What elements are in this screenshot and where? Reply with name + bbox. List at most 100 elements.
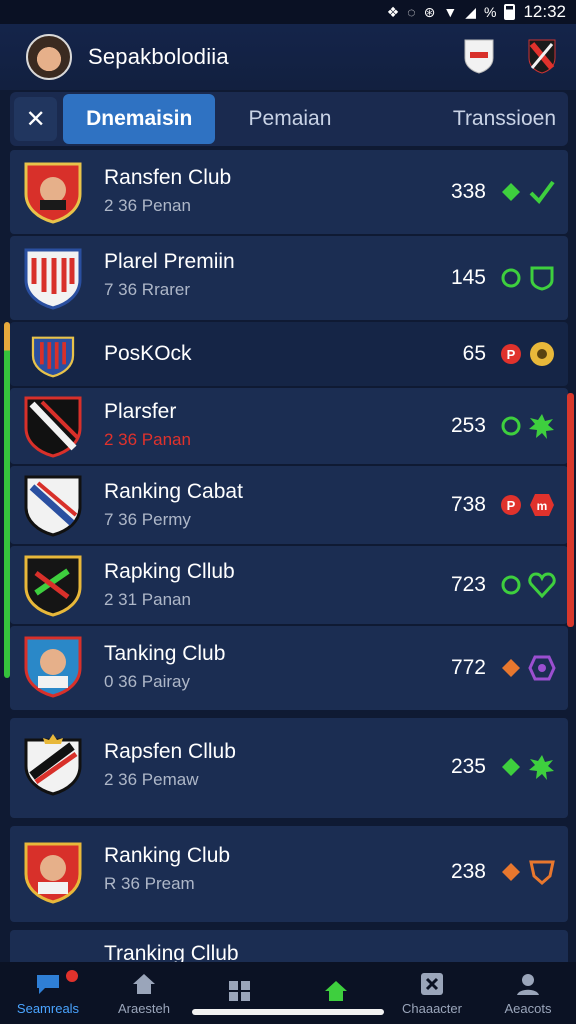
circle-icon: [500, 574, 522, 596]
nav-chaaacter[interactable]: Chaaacter: [384, 962, 480, 1024]
player-avatar-icon: [22, 840, 84, 904]
svg-text:m: m: [537, 499, 548, 513]
club-name: Rapking Cllub: [104, 560, 235, 583]
list-item[interactable]: Plarsfer 2 36 Panan 253: [10, 388, 568, 464]
diamond-icon: [500, 861, 522, 883]
club-score: 338: [450, 180, 486, 203]
diamond-icon: [500, 756, 522, 778]
list-item[interactable]: PosKOck 65 P: [10, 322, 568, 386]
app-header: Sepakbolodiia: [0, 24, 576, 90]
nav-label: Aeacots: [504, 1000, 552, 1016]
club-name: Tanking Club: [104, 642, 226, 665]
grid-icon: [226, 978, 254, 1004]
club-subtitle: 2 36 Penan: [104, 196, 191, 215]
splat-icon: [528, 412, 556, 440]
tab-bar: ✕ Dnemaisin Pemaian Transsioen: [10, 92, 568, 146]
list-item[interactable]: Tranking Cllub: [10, 930, 568, 962]
list-item[interactable]: Ransfen Club 2 36 Penan 338: [10, 150, 568, 234]
player-avatar-icon: [22, 634, 84, 698]
club-subtitle: 2 36 Panan: [104, 430, 191, 449]
svg-text:P: P: [507, 347, 516, 362]
tab-dnemaisin[interactable]: Dnemaisin: [63, 94, 216, 144]
list-item[interactable]: Ranking Cabat 7 36 Permy 738 P m: [10, 466, 568, 544]
team-crest-icon[interactable]: [527, 38, 557, 74]
club-name: Ranking Cabat: [104, 480, 243, 503]
alarm-icon: ◌: [407, 4, 416, 20]
battery-icon: [504, 4, 516, 20]
wifi-icon: ▼: [443, 4, 458, 20]
nav-aeacots[interactable]: Aeacots: [480, 962, 576, 1024]
club-score: 235: [450, 755, 486, 778]
club-subtitle: 7 36 Rrarer: [104, 280, 190, 299]
club-score: 253: [450, 414, 486, 437]
nav-seamreals[interactable]: Seamreals: [0, 962, 96, 1024]
diamond-icon: [500, 657, 522, 679]
club-name: Ranking Club: [104, 844, 231, 867]
status-bar: ❖ ◌ ⊛ ▼ ◢ % 12:32: [0, 0, 576, 24]
star-badge-icon: [528, 654, 556, 682]
clock: 12:32: [523, 2, 566, 21]
p-badge-icon: P: [500, 494, 522, 516]
list-item[interactable]: Plarel Premiin 7 36 Rrarer 145: [10, 236, 568, 320]
nav-label: Chaaacter: [402, 1000, 462, 1016]
check-icon: [528, 178, 556, 206]
club-score: 238: [450, 860, 486, 883]
club-crest-icon: [30, 326, 76, 382]
splat-icon: [528, 753, 556, 781]
club-badge-icon[interactable]: [463, 38, 495, 74]
club-score: 738: [450, 493, 486, 516]
list-item[interactable]: Tanking Club 0 36 Pairay 772: [10, 626, 568, 710]
club-subtitle: 7 36 Permy: [104, 510, 191, 529]
list-item[interactable]: Ranking Club R 36 Pream 238: [10, 826, 568, 922]
club-crest-icon: [22, 553, 84, 617]
svg-text:P: P: [507, 498, 516, 513]
close-icon[interactable]: ✕: [14, 97, 58, 141]
signal-icon: ◢: [465, 4, 476, 20]
dropbox-icon: ❖: [386, 4, 400, 20]
club-name: Rapsfen Cllub: [104, 740, 236, 763]
club-crest-icon: [22, 246, 84, 310]
club-subtitle: R 36 Pream: [104, 874, 195, 893]
heart-shield-icon: [528, 571, 556, 599]
club-name: Ransfen Club: [104, 166, 232, 189]
circle-icon: [500, 415, 522, 437]
tab-transsioen[interactable]: Transsioen: [365, 94, 568, 144]
club-crest-icon: [22, 160, 84, 224]
club-name: Tranking Cllub: [104, 942, 239, 962]
club-score: 772: [450, 656, 486, 679]
tab-pemaian[interactable]: Pemaian: [215, 94, 365, 144]
home-icon: [130, 971, 158, 997]
badge-icon: [528, 858, 556, 886]
club-subtitle: 0 36 Pairay: [104, 672, 190, 691]
club-crest-icon: [22, 473, 84, 537]
club-subtitle: 2 31 Panan: [104, 590, 191, 609]
home-green-icon: [322, 978, 350, 1004]
list-item[interactable]: Rapsfen Cllub 2 36 Pemaw 235: [10, 718, 568, 818]
sync-icon: ⊛: [423, 4, 436, 20]
shield-icon: [528, 264, 556, 292]
club-subtitle: 2 36 Pemaw: [104, 770, 199, 789]
club-score: 65: [462, 342, 486, 365]
close-box-icon: [418, 971, 446, 997]
p-badge-icon: P: [500, 343, 522, 365]
nav-label: Araesteh: [117, 1000, 171, 1016]
scrollbar[interactable]: [567, 393, 574, 627]
chat-bubble-icon: [34, 971, 62, 997]
home-indicator[interactable]: [192, 1009, 384, 1015]
m-badge-icon: m: [528, 491, 556, 519]
app-title: Sepakbolodiia: [88, 44, 229, 69]
club-score: 145: [450, 266, 486, 289]
club-crest-icon: [22, 732, 84, 796]
nav-label: Seamreals: [16, 1000, 80, 1016]
nav-araesteh[interactable]: Araesteh: [96, 962, 192, 1024]
club-name: PosKOck: [104, 342, 192, 365]
ball-icon: [528, 340, 556, 368]
notification-dot: [64, 968, 80, 984]
list-item[interactable]: Rapking Cllub 2 31 Panan 723: [10, 546, 568, 624]
avatar[interactable]: [26, 34, 72, 80]
diamond-icon: [500, 181, 522, 203]
club-name: Plarel Premiin: [104, 250, 235, 273]
club-crest-icon: [22, 394, 84, 458]
battery-percent: %: [484, 4, 497, 20]
circle-icon: [500, 267, 522, 289]
